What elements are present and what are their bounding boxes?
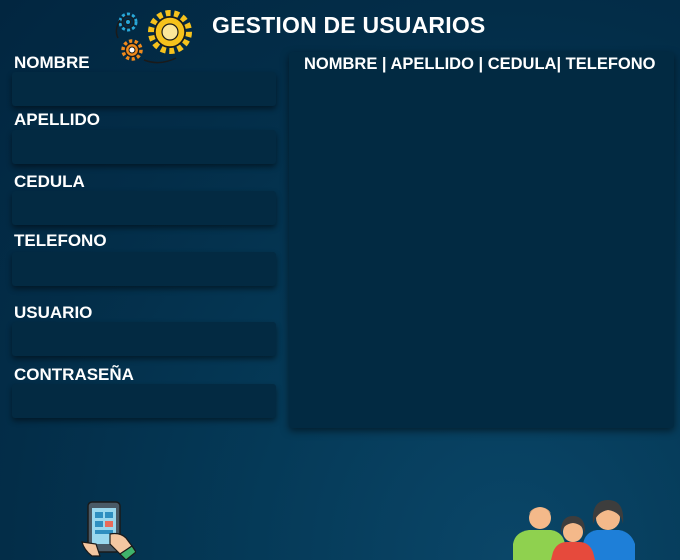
apellido-field[interactable] <box>12 130 276 164</box>
apellido-label: APELLIDO <box>14 110 100 129</box>
cedula-field[interactable] <box>12 191 276 225</box>
usuario-field[interactable] <box>12 322 276 356</box>
tablet-hand-icon <box>81 501 136 560</box>
users-table[interactable]: NOMBRE | APELLIDO | CEDULA| TELEFONO <box>289 52 674 428</box>
telefono-field[interactable] <box>12 252 276 286</box>
contrasena-label: CONTRASEÑA <box>14 365 134 384</box>
page-title: GESTION DE USUARIOS <box>212 12 486 38</box>
cedula-label: CEDULA <box>14 172 85 191</box>
gears-icon <box>115 10 192 64</box>
usuario-label: USUARIO <box>14 303 93 322</box>
telefono-label: TELEFONO <box>14 231 107 250</box>
users-group-icon <box>513 500 635 560</box>
table-header: NOMBRE | APELLIDO | CEDULA| TELEFONO <box>304 55 656 73</box>
contrasena-field[interactable] <box>12 384 276 418</box>
nombre-field[interactable] <box>12 72 276 106</box>
nombre-label: NOMBRE <box>14 53 90 72</box>
